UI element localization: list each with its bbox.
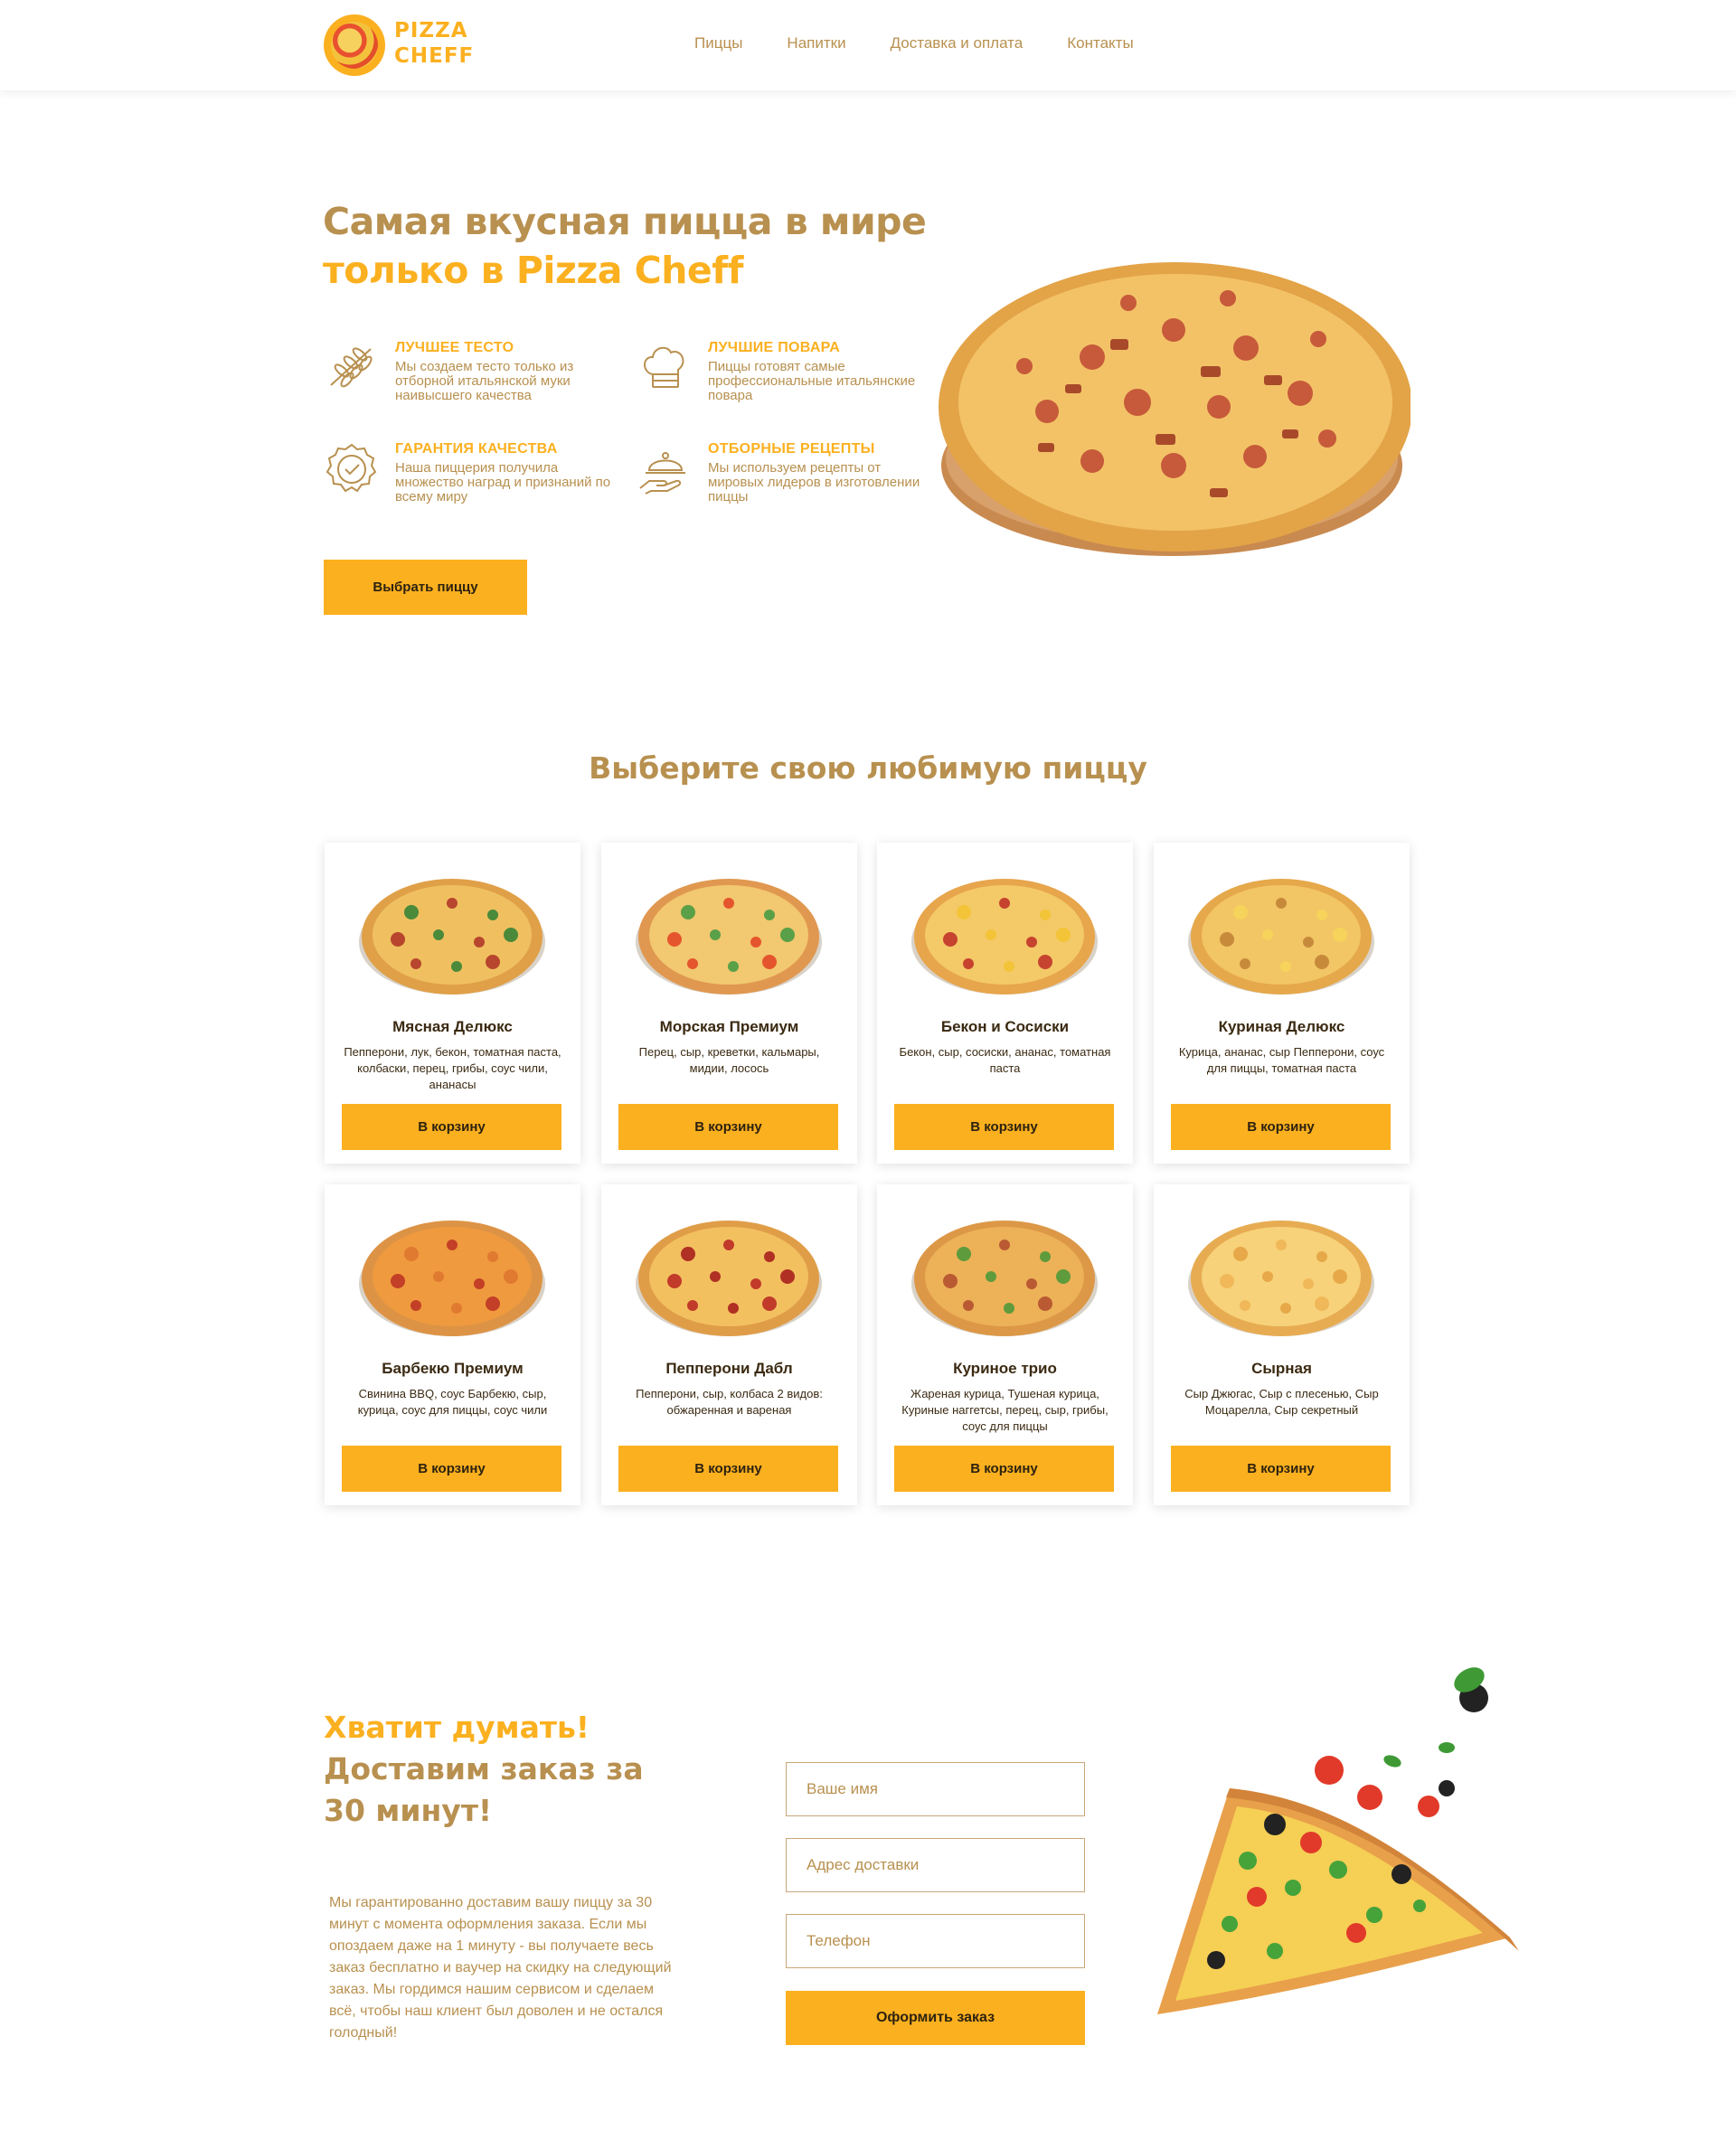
- pizza-image: [636, 879, 822, 995]
- feature-quality: Гарантия качества Наша пиццерия получила…: [324, 441, 610, 523]
- pizza-card: Куриная Делюкс Курица, ананас, сыр Пеппер…: [1154, 843, 1410, 1164]
- add-to-cart-button[interactable]: В корзину: [894, 1446, 1114, 1492]
- menu-title: Выберите свою любимую пиццу: [589, 750, 1147, 786]
- pizza-card: Мясная Делюкс Пепперони, лук, бекон, тома…: [325, 843, 580, 1164]
- site-header: PIZZA CHEFF Пиццы Напитки Доставка и опл…: [0, 0, 1736, 90]
- feature-title: Гарантия качества: [395, 441, 558, 457]
- pizza-card: Бекон и Сосиски Бекон, сыр, сосиски, анан…: [877, 843, 1133, 1164]
- main-nav: Пиццы Напитки Доставка и оплата Контакты: [694, 34, 1178, 52]
- pizza-description: Перец, сыр, креветки, кальмары, мидии, л…: [638, 1045, 820, 1075]
- add-to-cart-button[interactable]: В корзину: [342, 1104, 561, 1150]
- hero-title: Самая вкусная пицца в мире только в Pizz…: [323, 200, 927, 292]
- pizza-card: Барбекю Премиум Свинина BBQ, соус Барбекю…: [325, 1184, 580, 1505]
- add-to-cart-button[interactable]: В корзину: [1171, 1446, 1391, 1492]
- pizza-description: Пепперони, сыр, колбаса 2 видов: обжарен…: [636, 1387, 823, 1417]
- pizza-name: Сырная: [1251, 1360, 1312, 1377]
- choose-pizza-button[interactable]: Выбрать пиццу: [324, 560, 527, 615]
- order-description: Мы гарантированно доставим вашу пиццу за…: [329, 1895, 672, 2041]
- pizza-name: Барбекю Премиум: [382, 1360, 524, 1377]
- phone-input[interactable]: [786, 1914, 1085, 1968]
- wheat-icon: [330, 347, 373, 388]
- pizza-logo-icon: [324, 14, 385, 76]
- pizza-slice-image: [1157, 1667, 1519, 2014]
- pizza-card: Морская Премиум Перец, сыр, креветки, кал…: [601, 843, 857, 1164]
- pizza-image: [1188, 879, 1374, 995]
- pizza-image: [636, 1221, 822, 1336]
- feature-title: Отборные рецепты: [708, 441, 875, 457]
- feature-text: Мы создаем тесто только из отборной итал…: [395, 359, 574, 403]
- nav-link-delivery[interactable]: Доставка и оплата: [891, 34, 1024, 52]
- feature-text: Мы используем рецепты от мировых лидеров…: [708, 460, 920, 504]
- logo[interactable]: PIZZA CHEFF: [324, 13, 477, 76]
- pizza-name: Куриная Делюкс: [1218, 1018, 1345, 1035]
- nav-link-pizzas[interactable]: Пиццы: [694, 34, 742, 52]
- quality-badge-icon: [326, 443, 377, 493]
- feature-recipes: Отборные рецепты Мы используем рецепты о…: [637, 441, 920, 523]
- pizza-image: [911, 1221, 1098, 1336]
- feature-text: Наша пиццерия получила множество наград …: [395, 460, 611, 504]
- pizza-image: [911, 879, 1098, 995]
- hero-pizza-image: [939, 262, 1410, 556]
- nav-link-drinks[interactable]: Напитки: [787, 34, 845, 52]
- name-input[interactable]: [786, 1762, 1085, 1816]
- pizza-description: Курица, ананас, сыр Пепперони, соус для …: [1178, 1045, 1385, 1075]
- pizza-card: Пепперони Дабл Пепперони, сыр, колбаса 2 …: [601, 1184, 857, 1505]
- add-to-cart-button[interactable]: В корзину: [618, 1104, 838, 1150]
- pizza-image: [1188, 1221, 1374, 1336]
- nav-link-contacts[interactable]: Контакты: [1067, 34, 1133, 52]
- submit-order-button[interactable]: Оформить заказ: [786, 1991, 1085, 2045]
- pizza-image: [359, 1221, 545, 1336]
- chef-hat-icon: [644, 346, 684, 388]
- add-to-cart-button[interactable]: В корзину: [1171, 1104, 1391, 1150]
- pizza-description: Бекон, сыр, сосиски, ананас, томатная па…: [899, 1045, 1111, 1075]
- logo-text: PIZZA CHEFF: [394, 19, 475, 68]
- pizza-description: Свинина BBQ, соус Барбекю, сыр, курица, …: [357, 1387, 548, 1417]
- feature-best-dough: Лучшее тесто Мы создаем тесто только из …: [324, 340, 595, 421]
- pizza-name: Куриное трио: [953, 1360, 1057, 1377]
- pizza-description: Пепперони, лук, бекон, томатная паста, к…: [344, 1045, 561, 1091]
- pizza-name: Морская Премиум: [659, 1018, 799, 1035]
- feature-title: Лучшие повара: [708, 340, 841, 355]
- cloche-icon: [639, 452, 685, 495]
- pizza-description: Жареная курица, Тушеная курица, Куриные …: [901, 1387, 1109, 1433]
- add-to-cart-button[interactable]: В корзину: [342, 1446, 561, 1492]
- pizza-image: [359, 879, 545, 995]
- add-to-cart-button[interactable]: В корзину: [618, 1446, 838, 1492]
- pizza-name: Пепперони Дабл: [665, 1360, 793, 1377]
- add-to-cart-button[interactable]: В корзину: [894, 1104, 1114, 1150]
- pizza-name: Мясная Делюкс: [392, 1018, 513, 1035]
- feature-best-chefs: Лучшие повара Пиццы готовят самые профес…: [637, 340, 915, 421]
- order-title: Хватит думать! Доставим заказ за 30 мину…: [324, 1710, 644, 1828]
- pizza-card: Сырная Сыр Джюгас, Сыр с плесенью, Сыр Мо…: [1154, 1184, 1410, 1505]
- pizza-card: Куриное трио Жареная курица, Тушеная кури…: [877, 1184, 1133, 1505]
- pizza-name: Бекон и Сосиски: [940, 1018, 1070, 1035]
- pizza-description: Сыр Джюгас, Сыр с плесенью, Сыр Моцарелл…: [1184, 1387, 1379, 1417]
- address-input[interactable]: [786, 1838, 1085, 1892]
- feature-title: Лучшее тесто: [395, 340, 514, 355]
- feature-text: Пиццы готовят самые профессиональные ита…: [708, 359, 916, 403]
